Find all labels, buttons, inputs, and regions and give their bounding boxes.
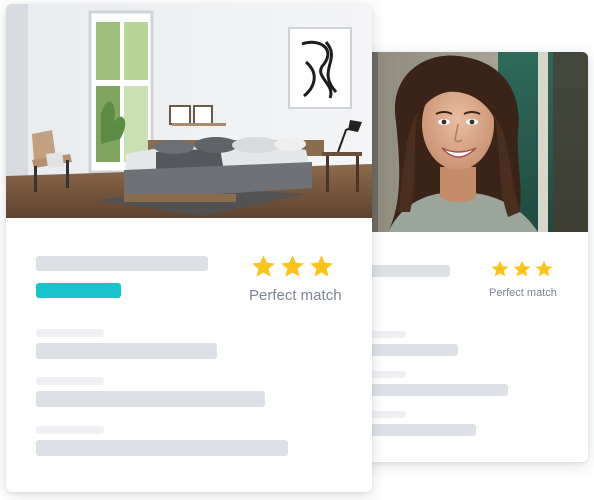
star-icon <box>535 260 553 277</box>
field-label-placeholder <box>36 426 104 434</box>
person-match-card[interactable]: Perfect match <box>348 52 588 462</box>
field-value-placeholder <box>370 424 476 436</box>
star-icon <box>491 260 509 277</box>
field-label-placeholder <box>370 411 406 418</box>
star-icon <box>513 260 531 277</box>
star-icon <box>281 255 304 277</box>
star-icon <box>252 255 275 277</box>
star-icon <box>310 255 333 277</box>
field-label-placeholder <box>370 371 406 378</box>
field-value-placeholder <box>36 343 217 359</box>
field-value-placeholder <box>36 440 288 456</box>
title-placeholder <box>370 265 450 277</box>
accent-tag-placeholder <box>36 283 121 298</box>
rating-stars <box>490 259 554 279</box>
room-match-card[interactable]: Perfect match <box>6 4 372 492</box>
bedroom-photo <box>6 4 372 218</box>
field-label-placeholder <box>36 377 104 385</box>
field-value-placeholder <box>370 384 508 396</box>
rating-stars <box>250 253 335 280</box>
match-label: Perfect match <box>489 287 557 299</box>
field-value-placeholder <box>36 391 265 407</box>
woman-portrait-photo <box>348 52 588 232</box>
title-placeholder <box>36 256 208 271</box>
field-value-placeholder <box>370 344 458 356</box>
match-cards-illustration: Perfect match Perfect match <box>0 0 594 500</box>
field-label-placeholder <box>370 331 406 338</box>
match-label: Perfect match <box>249 287 342 304</box>
field-label-placeholder <box>36 329 104 337</box>
